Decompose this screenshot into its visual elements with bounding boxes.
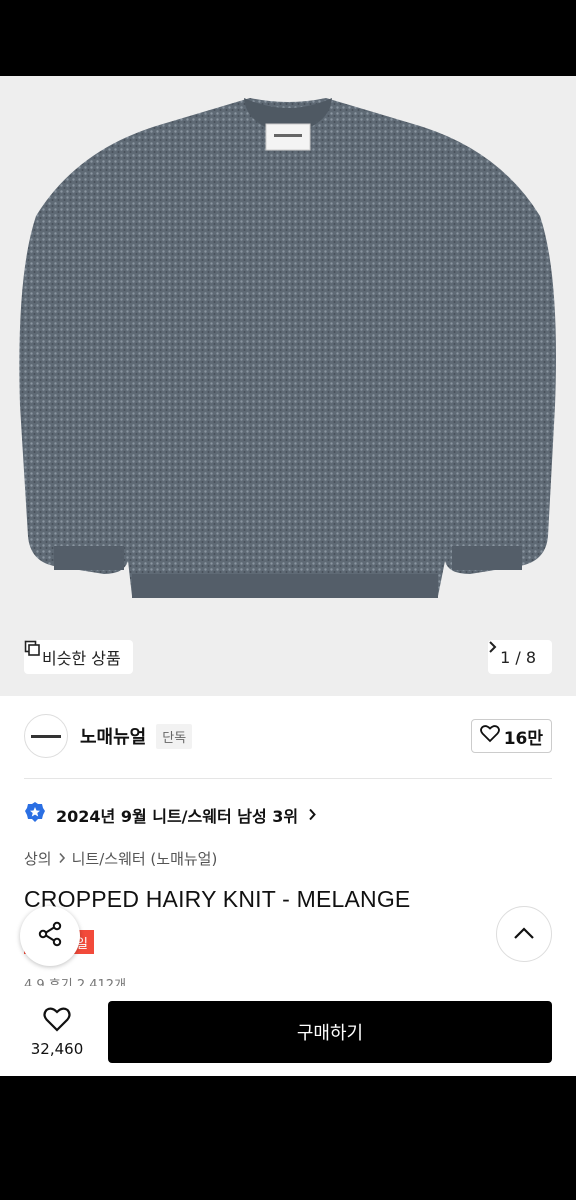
wishlist-button[interactable]: 32,460: [24, 1007, 90, 1058]
chevron-right-icon: [308, 806, 317, 825]
share-icon: [37, 921, 63, 951]
breadcrumb-item-top[interactable]: 상의: [24, 848, 52, 869]
buy-button[interactable]: 구매하기: [108, 1001, 552, 1063]
similar-products-button[interactable]: 비슷한 상품: [24, 640, 133, 674]
chevron-right-icon: [58, 850, 66, 868]
scroll-top-button[interactable]: [496, 906, 552, 962]
image-counter-label: 1 / 8: [500, 647, 536, 667]
brand-like-count: 16만: [503, 728, 543, 749]
heart-outline-icon: [43, 1007, 71, 1036]
heart-outline-icon: [479, 724, 500, 748]
product-detail-screen: 비슷한 상품 1 / 8 노매뉴얼 단독 16만 2024년 9월 니트/스웨터…: [0, 76, 576, 1076]
breadcrumb: 상의 니트/스웨터 (노매뉴얼): [24, 848, 217, 869]
ranking-link[interactable]: 2024년 9월 니트/스웨터 남성 3위: [24, 800, 317, 830]
ranking-text: 2024년 9월 니트/스웨터 남성 3위: [56, 807, 299, 826]
similar-products-label: 비슷한 상품: [42, 649, 121, 668]
brand-logo[interactable]: [24, 714, 68, 758]
review-summary[interactable]: 4.9 후기 2,412개: [24, 974, 126, 986]
breadcrumb-item-category[interactable]: 니트/스웨터 (노매뉴얼): [72, 848, 218, 869]
brand-row: 노매뉴얼 단독 16만: [0, 696, 576, 776]
brand-like-button[interactable]: 16만: [470, 719, 552, 753]
bottom-action-bar: 32,460 구매하기: [0, 988, 576, 1076]
sweater-illustration: [19, 98, 557, 598]
share-button[interactable]: [20, 906, 80, 966]
product-image[interactable]: 비슷한 상품 1 / 8: [0, 76, 576, 696]
status-bar: [0, 0, 576, 76]
divider: [24, 778, 552, 779]
image-counter[interactable]: 1 / 8: [488, 640, 552, 674]
brand-name[interactable]: 노매뉴얼: [80, 723, 146, 749]
exclusive-badge: 단독: [156, 723, 193, 749]
wishlist-count: 32,460: [30, 1039, 84, 1058]
ranking-medal-icon: [24, 801, 46, 829]
product-title: CROPPED HAIRY KNIT - MELANGE: [24, 886, 411, 912]
chevron-up-icon: [513, 925, 535, 944]
